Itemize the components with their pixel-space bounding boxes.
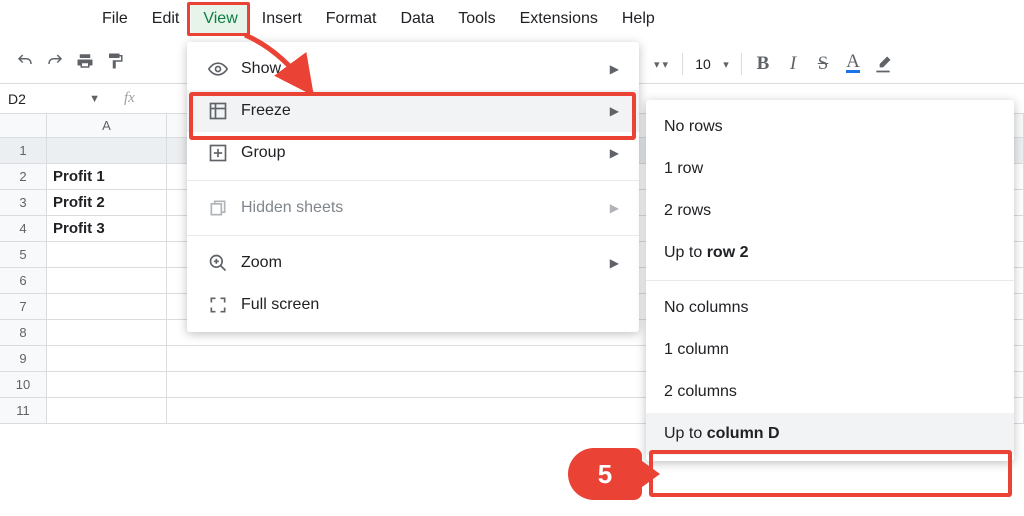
menu-item-label: Group: [241, 144, 610, 162]
freeze-no-columns[interactable]: No columns: [646, 287, 1014, 329]
text-bold: row 2: [707, 244, 749, 261]
freeze-up-to-row[interactable]: Up to row 2: [646, 232, 1014, 274]
toolbar-right: ▾ ▾ 10 ▾ B I S A: [646, 42, 898, 86]
freeze-1-row[interactable]: 1 row: [646, 148, 1014, 190]
row-header[interactable]: 10: [0, 372, 47, 398]
redo-button[interactable]: [40, 46, 70, 76]
row-header[interactable]: 7: [0, 294, 47, 320]
submenu-arrow-icon: ▶: [610, 62, 619, 76]
cell[interactable]: Profit 2: [47, 190, 167, 216]
freeze-icon: [205, 101, 231, 121]
menu-item-zoom[interactable]: Zoom ▶: [187, 242, 639, 284]
row-header[interactable]: 6: [0, 268, 47, 294]
name-box-value: D2: [8, 91, 26, 107]
text: Up to: [664, 244, 707, 261]
unknown-dropdown[interactable]: ▾ ▾: [646, 49, 676, 79]
cell[interactable]: [47, 372, 167, 398]
bold-button[interactable]: B: [748, 49, 778, 79]
cell[interactable]: [47, 268, 167, 294]
submenu-arrow-icon: ▶: [610, 104, 619, 118]
submenu-arrow-icon: ▶: [610, 201, 619, 215]
fullscreen-icon: [205, 295, 231, 315]
view-menu: Show ▶ Freeze ▶ Group ▶ Hidden sheets ▶ …: [187, 42, 639, 332]
submenu-arrow-icon: ▶: [610, 256, 619, 270]
menu-item-label: Full screen: [241, 296, 619, 314]
cell[interactable]: [47, 320, 167, 346]
freeze-2-rows[interactable]: 2 rows: [646, 190, 1014, 232]
menu-file[interactable]: File: [90, 4, 140, 34]
cell[interactable]: Profit 1: [47, 164, 167, 190]
print-button[interactable]: [70, 46, 100, 76]
menu-format[interactable]: Format: [314, 4, 389, 34]
fill-color-button[interactable]: [868, 49, 898, 79]
step-number: 5: [598, 459, 612, 490]
cell[interactable]: [47, 346, 167, 372]
undo-button[interactable]: [10, 46, 40, 76]
text: Up to: [664, 425, 707, 442]
font-size-dropdown-icon[interactable]: ▾: [717, 49, 735, 79]
menu-separator: [187, 235, 639, 236]
menu-item-freeze[interactable]: Freeze ▶: [187, 90, 639, 132]
menubar: File Edit View Insert Format Data Tools …: [0, 0, 1024, 38]
menu-item-fullscreen[interactable]: Full screen: [187, 284, 639, 326]
cell[interactable]: [47, 294, 167, 320]
row-header[interactable]: 3: [0, 190, 47, 216]
menu-insert[interactable]: Insert: [250, 4, 314, 34]
menu-help[interactable]: Help: [610, 4, 667, 34]
font-size-value[interactable]: 10: [689, 56, 717, 72]
menu-item-show[interactable]: Show ▶: [187, 48, 639, 90]
freeze-2-columns[interactable]: 2 columns: [646, 371, 1014, 413]
row-header[interactable]: 5: [0, 242, 47, 268]
annotation-step-badge: 5: [568, 448, 642, 500]
freeze-no-rows[interactable]: No rows: [646, 106, 1014, 148]
eye-icon: [205, 59, 231, 79]
row-header[interactable]: 2: [0, 164, 47, 190]
zoom-icon: [205, 253, 231, 273]
menu-item-label: Zoom: [241, 254, 610, 272]
row-header[interactable]: 4: [0, 216, 47, 242]
menu-item-label: Hidden sheets: [241, 199, 610, 217]
select-all-corner[interactable]: [0, 114, 47, 138]
row-header[interactable]: 9: [0, 346, 47, 372]
menu-item-group[interactable]: Group ▶: [187, 132, 639, 174]
menu-item-hidden-sheets: Hidden sheets ▶: [187, 187, 639, 229]
submenu-arrow-icon: ▶: [610, 146, 619, 160]
cell[interactable]: [47, 242, 167, 268]
menu-data[interactable]: Data: [388, 4, 446, 34]
sheets-icon: [205, 198, 231, 218]
text-color-button[interactable]: A: [838, 49, 868, 79]
group-icon: [205, 143, 231, 163]
menu-item-label: Freeze: [241, 102, 610, 120]
cell[interactable]: Profit 3: [47, 216, 167, 242]
menu-item-label: Show: [241, 60, 610, 78]
cell[interactable]: [47, 398, 167, 424]
row-header[interactable]: 11: [0, 398, 47, 424]
row-header[interactable]: 1: [0, 138, 47, 164]
italic-button[interactable]: I: [778, 49, 808, 79]
strikethrough-button[interactable]: S: [808, 49, 838, 79]
toolbar-separator: [741, 53, 742, 75]
freeze-submenu: No rows 1 row 2 rows Up to row 2 No colu…: [646, 100, 1014, 461]
cell[interactable]: [47, 138, 167, 164]
toolbar-separator: [682, 53, 683, 75]
text-bold: column D: [707, 425, 780, 442]
menu-view[interactable]: View: [191, 4, 249, 34]
freeze-1-column[interactable]: 1 column: [646, 329, 1014, 371]
menu-separator: [187, 180, 639, 181]
column-header-a[interactable]: A: [47, 114, 167, 138]
freeze-up-to-column[interactable]: Up to column D: [646, 413, 1014, 455]
fx-label: fx: [124, 90, 135, 107]
menu-extensions[interactable]: Extensions: [508, 4, 610, 34]
name-box-dropdown-icon: ▼: [89, 93, 100, 105]
row-header[interactable]: 8: [0, 320, 47, 346]
name-box[interactable]: D2 ▼: [0, 91, 110, 107]
paint-format-button[interactable]: [100, 46, 130, 76]
menu-separator: [646, 280, 1014, 281]
menu-tools[interactable]: Tools: [446, 4, 507, 34]
menu-edit[interactable]: Edit: [140, 4, 192, 34]
